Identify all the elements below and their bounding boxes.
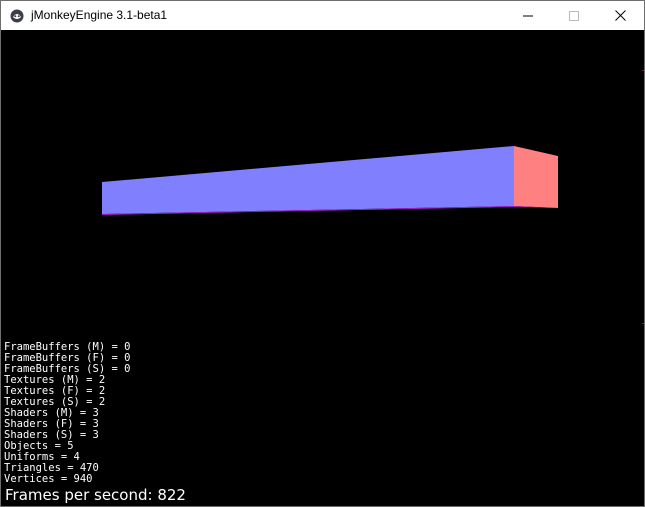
render-statistics: FrameBuffers (M) = 0 FrameBuffers (F) = 0… xyxy=(4,342,130,485)
maximize-button[interactable] xyxy=(551,1,597,30)
close-button[interactable] xyxy=(597,1,643,30)
minimize-icon xyxy=(523,15,533,16)
edge-artifact xyxy=(642,323,644,324)
box-side-face xyxy=(514,146,558,208)
title-bar[interactable]: jMonkeyEngine 3.1-beta1 xyxy=(1,0,644,30)
edge-artifact xyxy=(642,70,644,71)
render-viewport[interactable]: FrameBuffers (M) = 0 FrameBuffers (F) = 0… xyxy=(1,30,644,506)
maximize-icon xyxy=(569,10,579,21)
minimize-button[interactable] xyxy=(505,1,551,30)
box-front-face xyxy=(102,146,514,214)
application-window: jMonkeyEngine 3.1-beta1 FrameBuffers (M)… xyxy=(0,0,645,507)
stat-line: Vertices = 940 xyxy=(4,473,93,485)
close-icon xyxy=(614,10,626,21)
jmonkeyengine-logo-icon xyxy=(9,8,25,24)
window-title: jMonkeyEngine 3.1-beta1 xyxy=(31,8,168,22)
fps-counter: Frames per second: 822 xyxy=(5,486,186,504)
